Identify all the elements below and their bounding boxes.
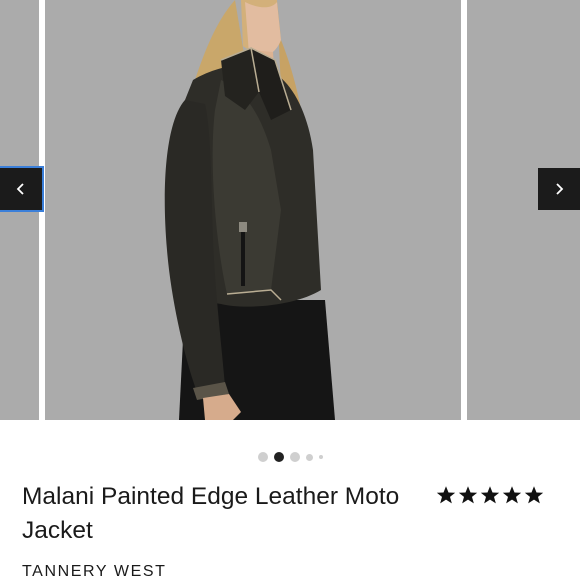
star-icon — [524, 486, 544, 504]
star-icon — [480, 486, 500, 504]
carousel-dot[interactable] — [289, 452, 300, 462]
chevron-right-icon — [556, 183, 564, 195]
star-icon — [502, 486, 522, 504]
chevron-left-icon — [16, 183, 24, 195]
product-image[interactable] — [45, 0, 461, 420]
star-icon — [436, 486, 456, 504]
carousel-dot[interactable] — [305, 453, 313, 461]
carousel-dot-active[interactable] — [273, 452, 284, 462]
carousel-next-button[interactable] — [538, 168, 580, 210]
carousel-slide-previous[interactable] — [0, 0, 39, 420]
brand-name[interactable]: TANNERY WEST — [22, 563, 167, 580]
product-title: Malani Painted Edge Leather Moto Jacket — [22, 483, 400, 544]
carousel-dot[interactable] — [257, 452, 268, 462]
rating-stars[interactable] — [436, 485, 544, 505]
image-carousel[interactable] — [0, 0, 580, 420]
carousel-dot[interactable] — [318, 455, 323, 459]
model-in-jacket-photo — [164, 0, 335, 420]
star-icon — [458, 486, 478, 504]
carousel-prev-button[interactable] — [0, 166, 44, 212]
carousel-pagination-dots — [0, 451, 580, 463]
carousel-slide-next[interactable] — [467, 0, 580, 420]
